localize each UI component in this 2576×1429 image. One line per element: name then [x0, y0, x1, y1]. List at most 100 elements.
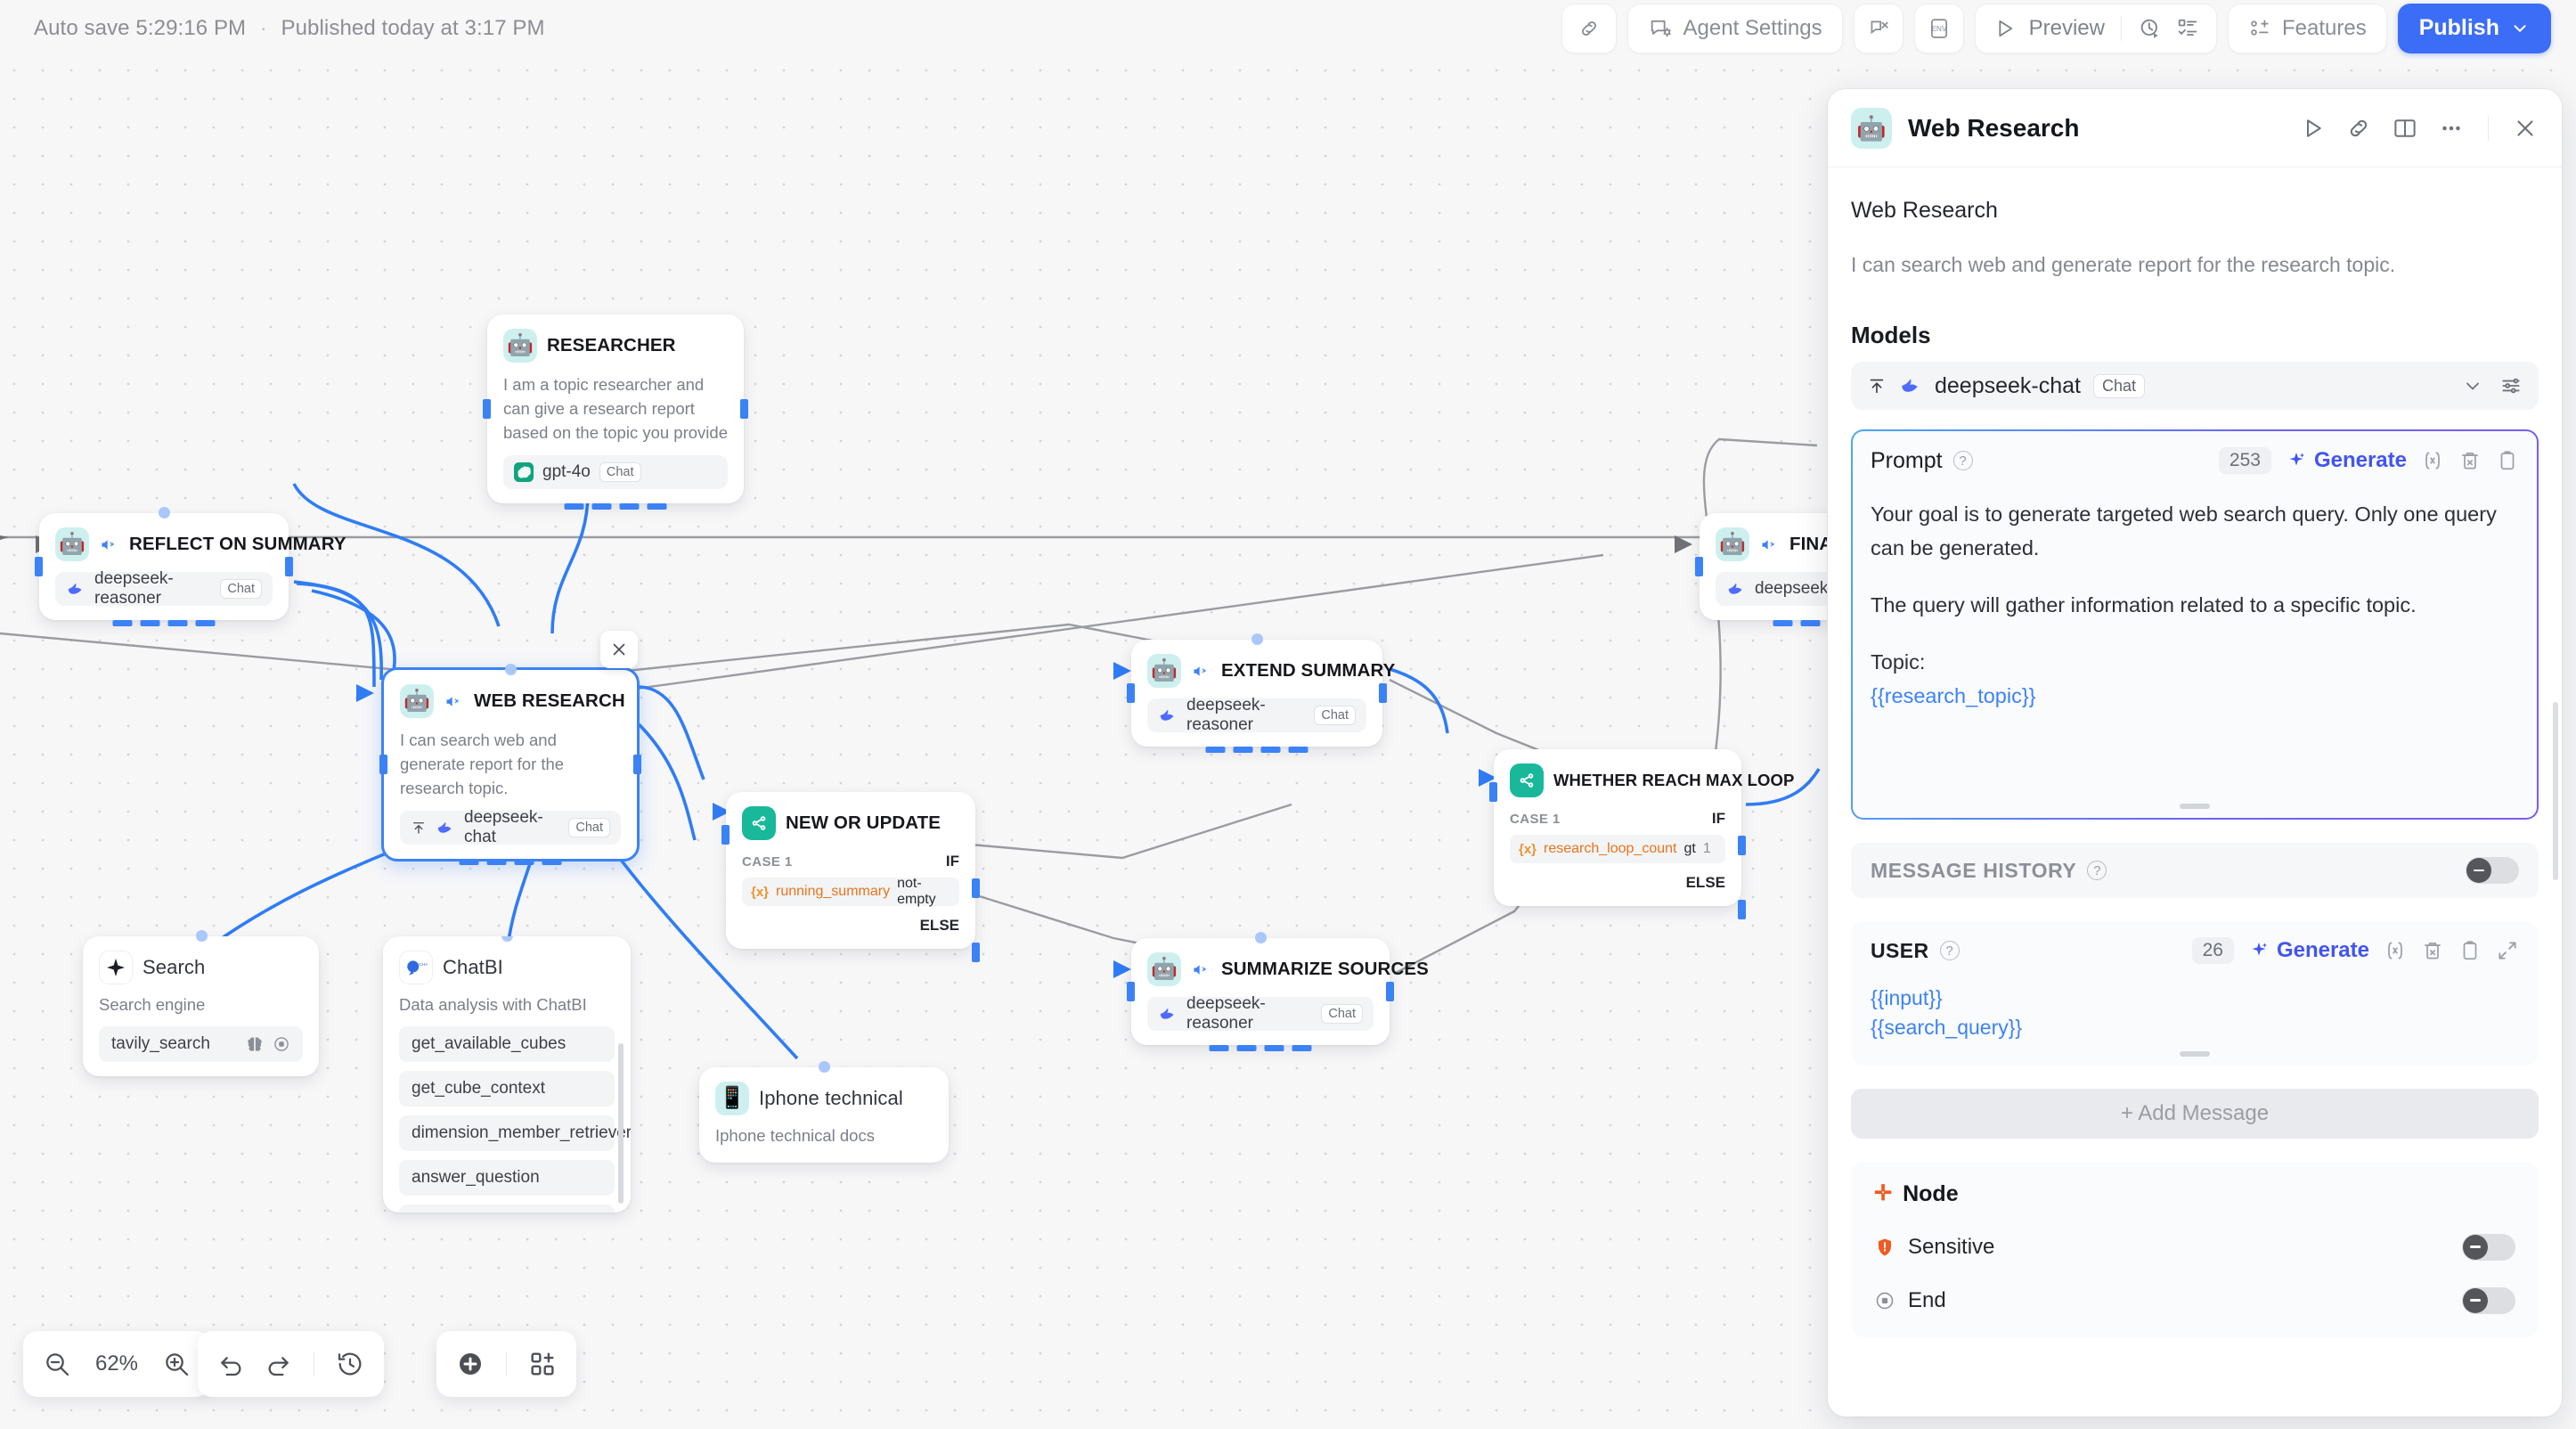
output-port[interactable] [1379, 683, 1387, 703]
node-reflect-on-summary[interactable]: 🤖 REFLECT ON SUMMARY deepseek-reasoner C… [39, 513, 289, 620]
bottom-ports[interactable] [113, 620, 216, 626]
node-whether-reach-max-loop[interactable]: WHETHER REACH MAX LOOP CASE 1 IF {x} res… [1494, 749, 1741, 906]
help-icon[interactable]: ? [2087, 861, 2107, 880]
top-port[interactable] [196, 930, 208, 942]
input-port[interactable] [1127, 982, 1135, 1001]
node-model-chip[interactable]: deepseek-reasoner Chat [1147, 698, 1366, 732]
node-name-field[interactable]: Web Research [1851, 198, 2539, 224]
panel-scrollbar[interactable] [2553, 702, 2558, 880]
top-port[interactable] [159, 507, 170, 519]
add-node-button[interactable] [456, 1350, 485, 1378]
brain-icon[interactable] [246, 1035, 264, 1053]
tool-item[interactable]: create_indicator [399, 1204, 615, 1213]
node-summarize-sources[interactable]: 🤖 SUMMARIZE SOURCES deepseek-reasoner Ch… [1131, 938, 1390, 1045]
help-icon[interactable]: ? [1940, 941, 1960, 960]
play-icon[interactable] [1992, 16, 2017, 41]
prompt-body[interactable]: Your goal is to generate targeted web se… [1871, 497, 2519, 713]
prompt-editor[interactable]: Prompt ? 253 Generate [1853, 431, 2537, 818]
top-port[interactable] [1251, 633, 1263, 645]
condition-expression[interactable]: {x} research_loop_count gt 1 [1510, 835, 1725, 863]
user-message-body[interactable]: {{input}} {{search_query}} [1871, 984, 2519, 1041]
node-description-field[interactable]: I can search web and generate report for… [1851, 250, 2539, 279]
node-tool-iphone-technical[interactable]: 📱 Iphone technical Iphone technical docs [699, 1067, 949, 1163]
run-node-button[interactable] [2299, 115, 2326, 142]
close-panel-button[interactable] [2512, 115, 2539, 142]
publish-button[interactable]: Publish [2398, 4, 2551, 53]
model-settings-icon[interactable] [2499, 374, 2523, 397]
help-icon[interactable]: ? [1953, 451, 1973, 470]
generate-prompt-button[interactable]: Generate [2286, 448, 2407, 473]
redo-button[interactable] [264, 1350, 292, 1378]
condition-expression[interactable]: {x} running_summary not-empty [742, 878, 959, 906]
tool-item[interactable]: get_cube_context [399, 1071, 615, 1106]
top-port[interactable] [501, 936, 513, 942]
add-message-button[interactable]: + Add Message [1851, 1089, 2539, 1139]
node-model-chip[interactable]: deepseek-chat Chat [400, 811, 621, 845]
end-toggle[interactable] [2462, 1287, 2515, 1314]
output-port-else[interactable] [972, 943, 980, 962]
agent-settings-button[interactable]: Agent Settings [1627, 4, 1843, 53]
clear-prompt-icon[interactable] [2458, 449, 2482, 472]
node-researcher[interactable]: 🤖 RESEARCHER I am a topic researcher and… [487, 314, 744, 503]
insert-variable-icon[interactable] [2421, 449, 2444, 472]
undo-button[interactable] [217, 1350, 246, 1378]
record-icon[interactable] [273, 1035, 290, 1053]
sensitive-toggle[interactable] [2462, 1234, 2515, 1261]
top-port[interactable] [505, 664, 517, 675]
tool-item[interactable]: tavily_search [99, 1026, 303, 1062]
tool-list-scrollbar[interactable] [618, 1043, 624, 1204]
version-history-button[interactable] [336, 1350, 364, 1378]
link-button[interactable] [1561, 4, 1617, 53]
bottom-ports[interactable] [460, 859, 562, 865]
output-port-if[interactable] [972, 878, 980, 898]
preview-label[interactable]: Preview [2029, 16, 2105, 41]
output-port[interactable] [285, 557, 293, 576]
top-port[interactable] [1255, 932, 1267, 943]
input-port[interactable] [379, 755, 387, 774]
node-new-or-update[interactable]: NEW OR UPDATE CASE 1 IF {x} running_summ… [726, 792, 975, 949]
input-port[interactable] [35, 557, 43, 576]
bottom-ports[interactable] [1206, 747, 1308, 753]
add-template-button[interactable] [528, 1350, 557, 1378]
zoom-out-button[interactable] [43, 1350, 71, 1378]
chat-disabled-button[interactable] [1854, 4, 1903, 53]
output-port[interactable] [633, 755, 641, 774]
output-port-else[interactable] [1738, 900, 1746, 919]
user-message-card[interactable]: USER ? 26 Generate [1851, 921, 2539, 1065]
expand-user-icon[interactable] [2496, 939, 2519, 962]
split-view-icon[interactable] [2392, 115, 2418, 142]
bottom-ports[interactable] [1210, 1045, 1312, 1051]
tool-item[interactable]: dimension_member_retriever [399, 1115, 615, 1151]
env-button[interactable]: ENV [1914, 4, 1964, 53]
input-port[interactable] [721, 825, 730, 845]
copy-prompt-icon[interactable] [2496, 449, 2519, 472]
zoom-in-button[interactable] [162, 1350, 191, 1378]
node-tool-search[interactable]: Search Search engine tavily_search [83, 936, 319, 1076]
link-icon[interactable] [2345, 115, 2372, 142]
tool-item[interactable]: answer_question [399, 1160, 615, 1196]
user-resize-handle[interactable] [2180, 1051, 2210, 1057]
more-options-icon[interactable] [2438, 115, 2465, 142]
input-port[interactable] [483, 399, 491, 419]
generate-user-button[interactable]: Generate [2248, 938, 2369, 963]
panel-body[interactable]: Web Research I can search web and genera… [1828, 167, 2562, 1417]
history-clock-icon[interactable] [2138, 16, 2163, 41]
output-port[interactable] [740, 399, 748, 419]
bottom-ports[interactable] [565, 503, 667, 510]
output-port[interactable] [1386, 982, 1394, 1001]
node-model-chip[interactable]: gpt-4o Chat [503, 455, 728, 489]
node-web-research[interactable]: 🤖 WEB RESEARCH I can search web and gene… [381, 667, 640, 861]
insert-variable-icon[interactable] [2384, 939, 2407, 962]
input-port[interactable] [1127, 683, 1135, 703]
prompt-resize-handle[interactable] [2180, 804, 2210, 809]
copy-user-icon[interactable] [2458, 939, 2482, 962]
model-selector[interactable]: deepseek-chat Chat [1851, 362, 2539, 410]
top-port[interactable] [819, 1061, 830, 1073]
task-list-icon[interactable] [2175, 16, 2200, 41]
node-extend-summary[interactable]: 🤖 EXTEND SUMMARY deepseek-reasoner Chat [1131, 640, 1382, 747]
node-tool-chatbi[interactable]: CHATBI ChatBI Data analysis with ChatBI … [383, 936, 631, 1213]
output-port-if[interactable] [1738, 836, 1746, 855]
features-button[interactable]: Features [2228, 4, 2387, 53]
chevron-down-icon[interactable] [2462, 375, 2483, 396]
tool-item[interactable]: get_available_cubes [399, 1026, 615, 1062]
